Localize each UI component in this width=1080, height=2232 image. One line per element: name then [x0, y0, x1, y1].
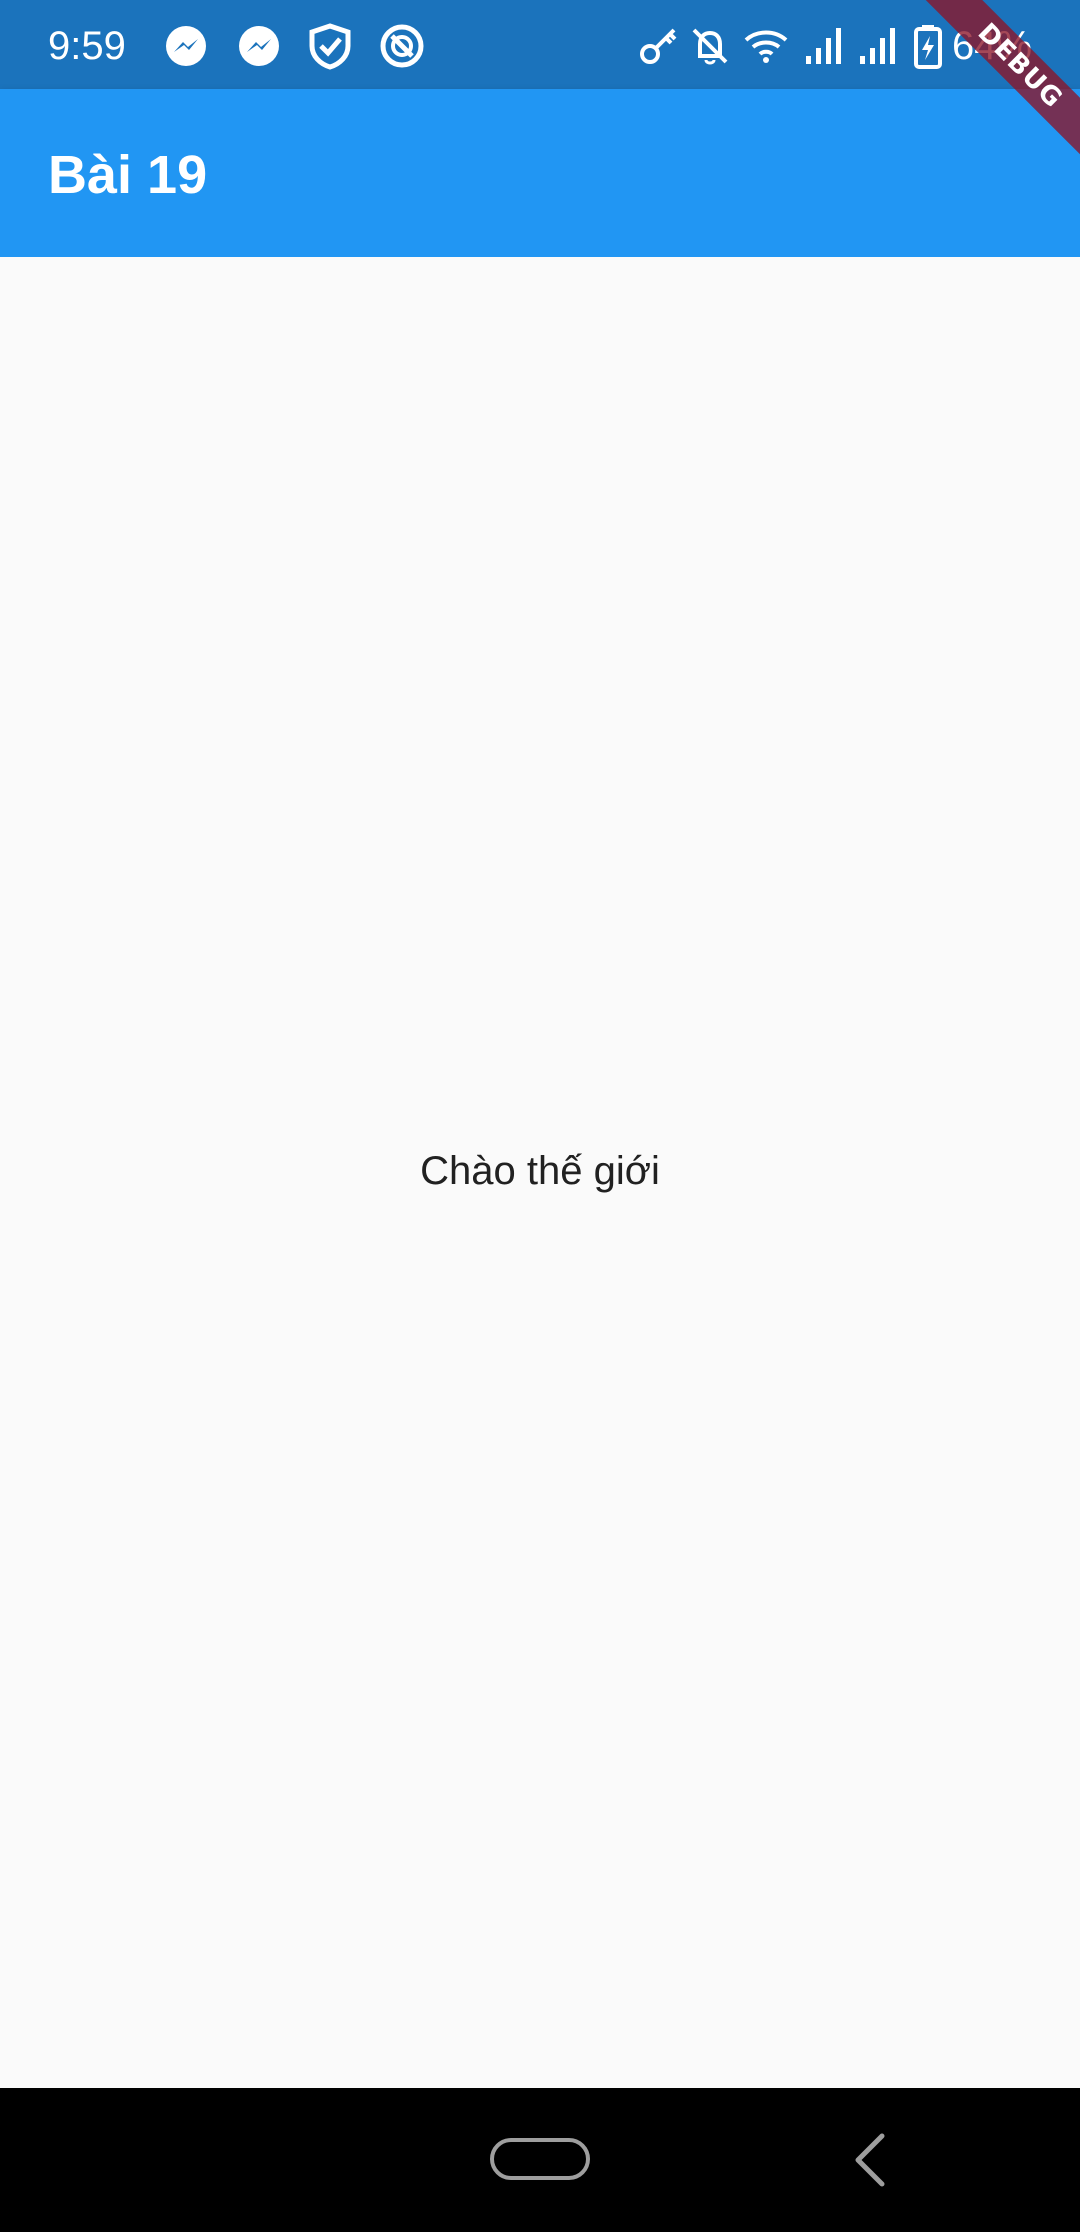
back-icon[interactable] [850, 2132, 890, 2188]
home-pill-icon[interactable] [490, 2138, 590, 2180]
messenger-icon [235, 22, 283, 70]
messenger-icon [162, 22, 210, 70]
greeting-text: Chào thế giới [420, 1149, 660, 1193]
battery-percent: 64% [952, 24, 1033, 68]
screen: 9:59 64% Bài 19 DEBUG Chào thế giới [0, 0, 1080, 2232]
content-area: Chào thế giới [0, 257, 1080, 2088]
app-bar: Bài 19 [0, 89, 1080, 257]
navigation-bar [0, 2088, 1080, 2232]
signal-icon [800, 22, 848, 70]
battery-charging-icon [908, 22, 948, 70]
status-bar: 9:59 64% [0, 0, 1080, 89]
wifi-icon [742, 22, 790, 70]
key-icon [636, 22, 684, 70]
data-saver-icon [378, 22, 426, 70]
bell-off-icon [686, 22, 734, 70]
signal-icon [854, 22, 902, 70]
shield-check-icon [306, 22, 354, 70]
page-title: Bài 19 [48, 145, 208, 205]
status-time: 9:59 [48, 24, 126, 68]
